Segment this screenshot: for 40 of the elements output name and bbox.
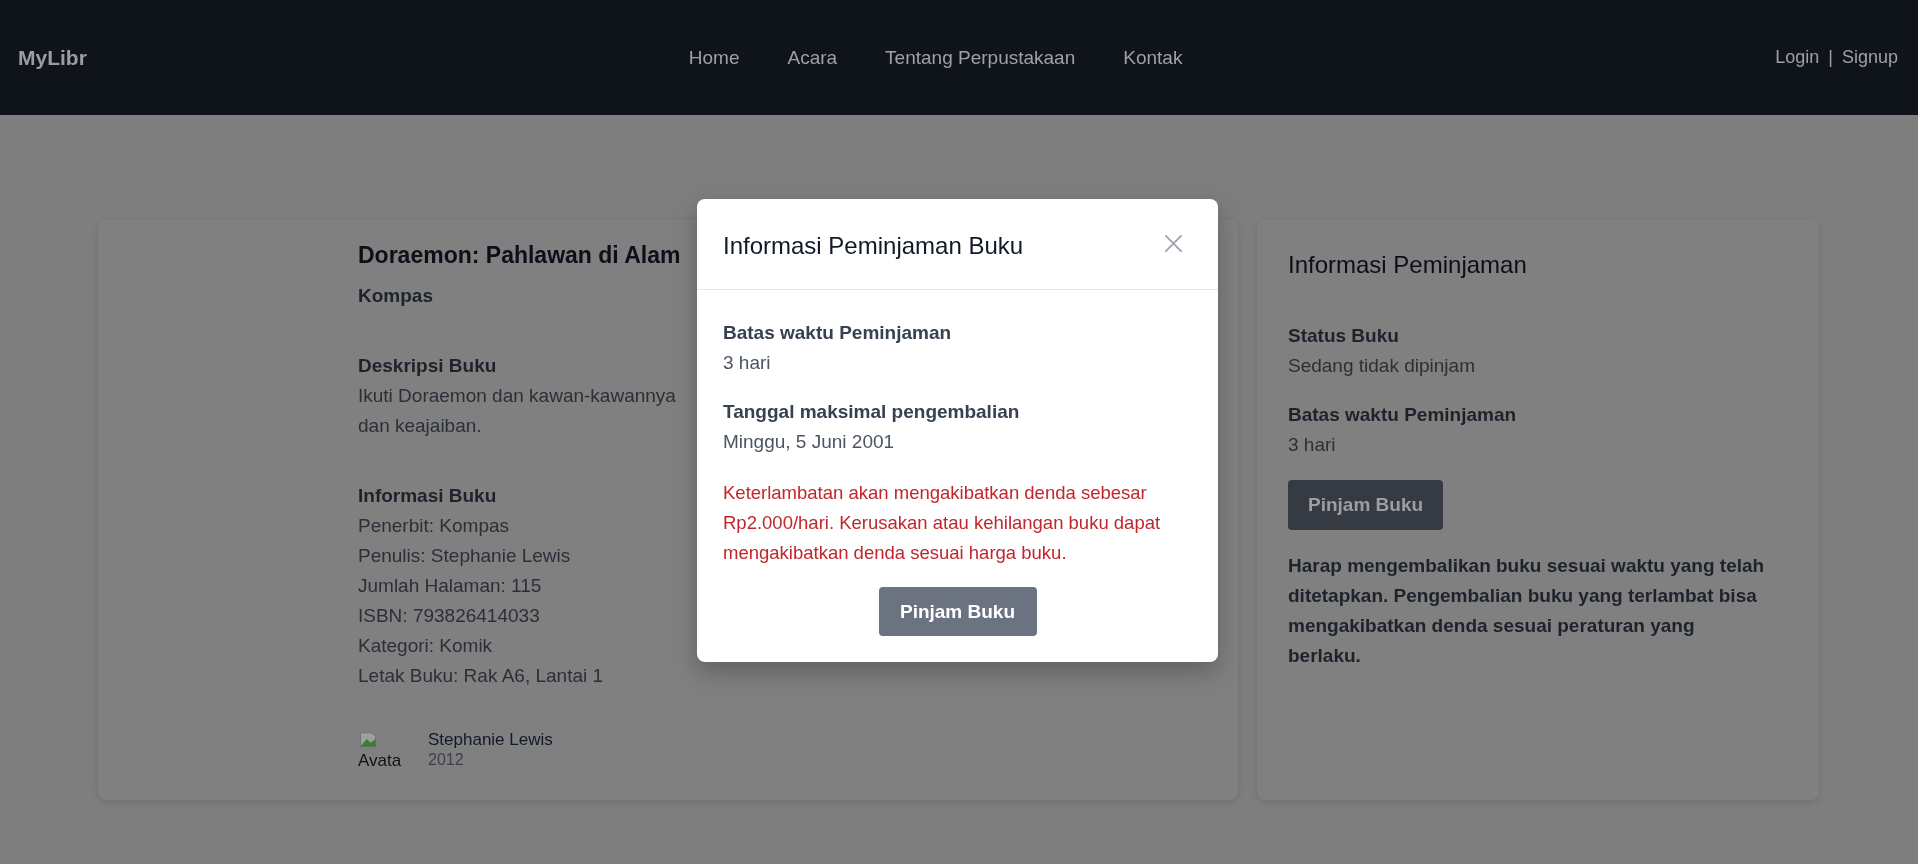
field-value: 3 hari (1288, 433, 1337, 457)
book-info-text: ISBN: 793826414033 (358, 604, 540, 628)
borrow-button[interactable]: Pinjam Buku (878, 587, 1037, 636)
author-year: 2012 (428, 750, 465, 770)
logo-link[interactable]: MyLibr (18, 45, 96, 70)
nav-link[interactable]: Tentang Perpustakaan (885, 46, 1076, 69)
book-info-text: Penulis: Stephanie Lewis (358, 544, 571, 568)
description-text: dan keajaiban. (358, 414, 482, 438)
field-value: Sedang tidak dipinjam (1288, 354, 1476, 378)
field-label: Tanggal maksimal pengembalian (723, 400, 1021, 424)
field-label: Status Buku (1288, 324, 1400, 348)
nav-link[interactable]: Home (688, 46, 740, 69)
field-value: 3 hari (723, 351, 772, 375)
section-heading: Informasi Buku (358, 484, 497, 508)
description-text: Ikuti Doraemon dan kawan-kawannya (358, 384, 676, 408)
field-label: Batas waktu Peminjaman (1288, 403, 1518, 427)
signup-link[interactable]: Signup (1841, 47, 1898, 68)
field-value: Minggu, 5 Juni 2001 (723, 430, 896, 454)
book-info-text: Jumlah Halaman: 115 (358, 574, 542, 598)
book-publisher: Kompas (358, 284, 433, 308)
card-title: Informasi Peminjaman (1288, 250, 1528, 280)
separator-text: | (1828, 47, 1833, 68)
book-info-text: Kategori: Komik (358, 634, 493, 658)
field-label: Batas waktu Peminjaman (723, 321, 953, 345)
nav-link[interactable]: Acara (787, 46, 838, 69)
book-info-text: Letak Buku: Rak A6, Lantai 1 (358, 664, 604, 688)
author-name: Stephanie Lewis (428, 729, 553, 750)
borrow-button[interactable]: Pinjam Buku (1288, 480, 1444, 530)
book-title: Doraemon: Pahlawan di Alam (358, 241, 681, 270)
notice-text: Harap mengembalikan buku sesuai waktu yang telah ditetapkan. Pengembalian buku yang terlambat bisa mengakibatkan denda sesuai peraturan yang berlaku. (1288, 554, 1766, 668)
avatar-alt-text: Avata (358, 750, 402, 772)
broken-image-icon (358, 729, 378, 749)
close-button[interactable] (1165, 234, 1182, 252)
modal-title: Informasi Peminjaman Buku (723, 231, 1024, 260)
section-heading: Deskripsi Buku (358, 354, 497, 378)
login-link[interactable]: Login (1775, 47, 1820, 68)
nav-link[interactable]: Kontak (1123, 46, 1183, 69)
warning-text: Keterlambatan akan mengakibatkan denda sebesar Rp2.000/hari. Kerusakan atau kehilangan buku dapat mengakibatkan denda sesuai harga buku. (723, 481, 1162, 565)
book-info-text: Penerbit: Kompas (358, 514, 510, 538)
close-icon (1165, 234, 1182, 252)
